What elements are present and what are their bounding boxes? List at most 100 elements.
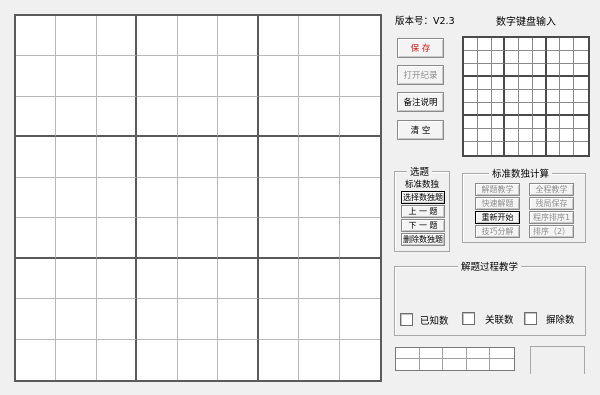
board-cell[interactable]	[218, 56, 259, 97]
keypad-cell[interactable]	[505, 103, 520, 116]
board-cell[interactable]	[137, 96, 178, 138]
keypad-cell[interactable]	[464, 38, 478, 51]
board-cell[interactable]	[299, 299, 340, 340]
keypad-cell[interactable]	[464, 103, 478, 116]
keypad-cell[interactable]	[546, 51, 561, 64]
board-cell[interactable]	[56, 299, 97, 340]
keypad-cell[interactable]	[505, 51, 520, 64]
teach-solve-button[interactable]: 解题教学	[475, 183, 520, 196]
keypad-cell[interactable]	[477, 90, 492, 103]
quick-solve-button[interactable]: 快速解题	[475, 197, 520, 210]
sort-2-button[interactable]: 排序（2）	[529, 225, 574, 238]
board-cell[interactable]	[137, 258, 178, 300]
choose-puzzle-button[interactable]: 选择数独题	[401, 191, 445, 204]
board-cell[interactable]	[16, 177, 57, 219]
keypad-cell[interactable]	[519, 103, 533, 116]
keypad-cell[interactable]	[477, 129, 492, 142]
board-cell[interactable]	[177, 299, 219, 340]
keypad-cell[interactable]	[560, 116, 575, 129]
board-cell[interactable]	[177, 218, 219, 259]
board-cell[interactable]	[218, 16, 259, 57]
prev-puzzle-button[interactable]: 上 一 题	[401, 205, 445, 218]
keypad-cell[interactable]	[519, 142, 533, 155]
board-cell[interactable]	[339, 16, 380, 57]
keypad-cell[interactable]	[560, 90, 575, 103]
keypad-cell[interactable]	[519, 90, 533, 103]
keypad-cell[interactable]	[464, 142, 478, 155]
board-cell[interactable]	[177, 177, 219, 219]
keypad-cell[interactable]	[491, 116, 506, 129]
program-sort-1-button[interactable]: 程序排序1	[529, 211, 574, 224]
board-cell[interactable]	[56, 177, 97, 219]
board-cell[interactable]	[339, 218, 380, 259]
board-cell[interactable]	[218, 177, 259, 219]
board-cell[interactable]	[96, 137, 138, 178]
board-cell[interactable]	[56, 218, 97, 259]
board-cell[interactable]	[96, 56, 138, 97]
keypad-cell[interactable]	[505, 38, 520, 51]
keypad-cell[interactable]	[491, 103, 506, 116]
keypad-cell[interactable]	[477, 38, 492, 51]
board-cell[interactable]	[56, 56, 97, 97]
keypad-cell[interactable]	[546, 129, 561, 142]
board-cell[interactable]	[258, 258, 300, 300]
board-cell[interactable]	[96, 177, 138, 219]
keypad-cell[interactable]	[491, 51, 506, 64]
keypad-cell[interactable]	[505, 64, 520, 77]
board-cell[interactable]	[16, 96, 57, 138]
board-cell[interactable]	[258, 16, 300, 57]
keypad-cell[interactable]	[546, 90, 561, 103]
save-endgame-button[interactable]: 残局保存	[529, 197, 574, 210]
board-cell[interactable]	[177, 16, 219, 57]
board-cell[interactable]	[56, 339, 97, 380]
keypad-cell[interactable]	[477, 51, 492, 64]
keypad-cell[interactable]	[546, 38, 561, 51]
board-cell[interactable]	[258, 56, 300, 97]
board-cell[interactable]	[177, 56, 219, 97]
keypad-cell[interactable]	[546, 116, 561, 129]
keypad-cell[interactable]	[491, 64, 506, 77]
board-cell[interactable]	[258, 137, 300, 178]
keypad-cell[interactable]	[574, 129, 588, 142]
board-cell[interactable]	[339, 96, 380, 138]
keypad-cell[interactable]	[560, 38, 575, 51]
clear-button[interactable]: 清 空	[397, 120, 444, 140]
board-cell[interactable]	[16, 56, 57, 97]
open-record-button[interactable]: 打开纪录	[397, 65, 444, 85]
keypad-cell[interactable]	[505, 77, 520, 90]
board-cell[interactable]	[16, 16, 57, 57]
keypad-cell[interactable]	[574, 77, 588, 90]
keypad-cell[interactable]	[532, 129, 547, 142]
technique-breakdown-button[interactable]: 技巧分解	[475, 225, 520, 238]
board-cell[interactable]	[96, 16, 138, 57]
board-cell[interactable]	[299, 258, 340, 300]
keypad-cell[interactable]	[574, 51, 588, 64]
board-cell[interactable]	[299, 177, 340, 219]
restart-button[interactable]: 重新开始	[475, 211, 520, 224]
board-cell[interactable]	[96, 258, 138, 300]
numeric-keypad[interactable]	[462, 36, 590, 157]
board-cell[interactable]	[177, 258, 219, 300]
keypad-cell[interactable]	[546, 103, 561, 116]
keypad-cell[interactable]	[532, 51, 547, 64]
keypad-cell[interactable]	[532, 38, 547, 51]
board-cell[interactable]	[299, 137, 340, 178]
keypad-cell[interactable]	[519, 77, 533, 90]
keypad-cell[interactable]	[574, 142, 588, 155]
keypad-cell[interactable]	[505, 142, 520, 155]
board-cell[interactable]	[339, 258, 380, 300]
keypad-cell[interactable]	[491, 142, 506, 155]
keypad-cell[interactable]	[477, 103, 492, 116]
board-cell[interactable]	[56, 16, 97, 57]
keypad-cell[interactable]	[491, 38, 506, 51]
board-cell[interactable]	[299, 339, 340, 380]
keypad-cell[interactable]	[505, 90, 520, 103]
keypad-cell[interactable]	[464, 116, 478, 129]
keypad-cell[interactable]	[532, 77, 547, 90]
keypad-cell[interactable]	[464, 77, 478, 90]
board-cell[interactable]	[339, 299, 380, 340]
board-cell[interactable]	[339, 339, 380, 380]
keypad-cell[interactable]	[505, 129, 520, 142]
keypad-cell[interactable]	[574, 116, 588, 129]
board-cell[interactable]	[218, 137, 259, 178]
